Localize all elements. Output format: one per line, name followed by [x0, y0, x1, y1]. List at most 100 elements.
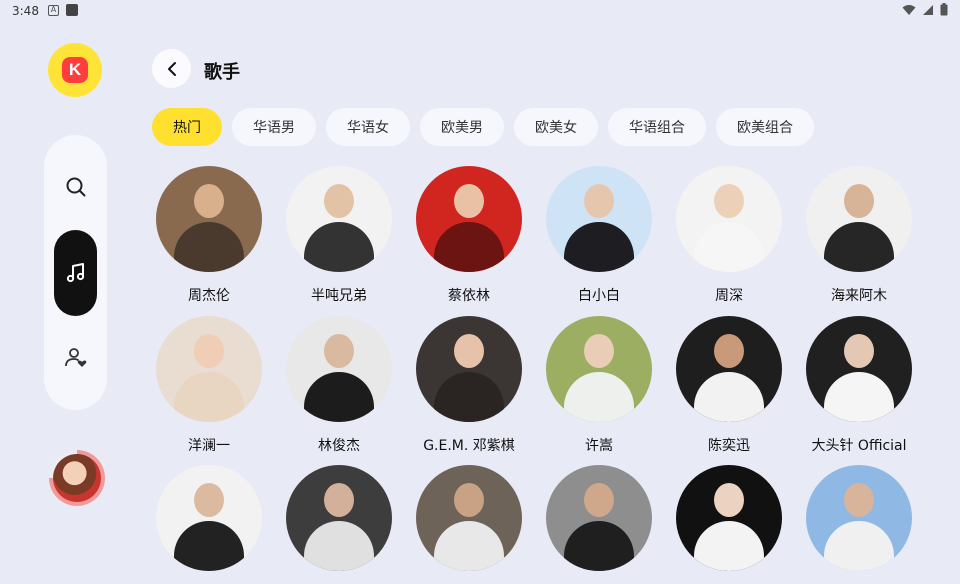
artist-photo-face — [324, 334, 354, 368]
chevron-left-icon — [167, 61, 176, 76]
page-title: 歌手 — [204, 62, 240, 83]
tab-1[interactable]: 华语男 — [232, 108, 316, 146]
a-notification-icon: A — [48, 5, 59, 16]
artist-photo-face — [844, 483, 874, 517]
artist-photo — [546, 166, 652, 272]
artist-name: 许嵩 — [585, 438, 613, 454]
artist-name: 白小白 — [578, 288, 620, 304]
artist-photo-face — [584, 184, 614, 218]
artist-photo-face — [324, 184, 354, 218]
artist-photo-face — [714, 483, 744, 517]
tab-3[interactable]: 欧美男 — [420, 108, 504, 146]
artist-photo-figure — [434, 222, 504, 272]
artist-photo-figure — [174, 521, 244, 571]
artist-photo-figure — [304, 222, 374, 272]
logo-k-icon: K — [62, 57, 88, 83]
music-note-icon — [66, 263, 84, 283]
artist-photo-figure — [564, 222, 634, 272]
artist-photo-figure — [434, 521, 504, 571]
artist-card[interactable]: 林俊杰 — [286, 316, 392, 455]
category-tabs: 热门 华语男 华语女 欧美男 欧美女 华语组合 欧美组合 — [152, 108, 814, 146]
artist-photo-face — [454, 334, 484, 368]
artist-card[interactable]: 陈奕迅 — [676, 316, 782, 455]
artist-photo — [546, 316, 652, 422]
artist-name: 大头针 Official — [811, 438, 907, 454]
artist-card[interactable] — [546, 465, 652, 584]
artist-card[interactable]: 半吨兄弟 — [286, 166, 392, 305]
artist-photo — [286, 465, 392, 571]
artist-photo-figure — [824, 372, 894, 422]
tab-5[interactable]: 华语组合 — [608, 108, 706, 146]
artist-card[interactable]: 洋澜一 — [156, 316, 262, 455]
music-button[interactable] — [54, 230, 97, 316]
artist-card[interactable] — [416, 465, 522, 584]
artist-photo — [806, 316, 912, 422]
artist-photo-face — [584, 334, 614, 368]
user-avatar[interactable] — [49, 450, 105, 506]
status-time: 3:48 — [12, 4, 39, 18]
app-logo[interactable]: K — [48, 43, 102, 97]
profile-button[interactable] — [54, 336, 97, 379]
artist-name: 周深 — [715, 288, 743, 304]
artist-photo-figure — [694, 372, 764, 422]
tab-6[interactable]: 欧美组合 — [716, 108, 814, 146]
status-bar: 3:48 A — [0, 0, 960, 22]
artist-name: 陈奕迅 — [708, 438, 750, 454]
side-navigation — [44, 135, 107, 410]
artist-photo-figure — [174, 372, 244, 422]
artist-photo-figure — [694, 222, 764, 272]
artist-photo — [676, 465, 782, 571]
artist-card[interactable] — [286, 465, 392, 584]
artist-photo — [806, 166, 912, 272]
tab-4[interactable]: 欧美女 — [514, 108, 598, 146]
artist-card[interactable] — [676, 465, 782, 584]
artist-photo-face — [844, 334, 874, 368]
artist-photo — [806, 465, 912, 571]
artist-photo-figure — [304, 372, 374, 422]
artist-card[interactable]: G.E.M. 邓紫棋 — [416, 316, 522, 455]
artist-photo — [676, 316, 782, 422]
app-notification-icon — [66, 4, 78, 16]
back-button[interactable] — [152, 49, 191, 88]
artist-card[interactable] — [806, 465, 912, 584]
artist-photo-figure — [694, 521, 764, 571]
wifi-icon — [902, 4, 916, 15]
tab-2[interactable]: 华语女 — [326, 108, 410, 146]
artist-card[interactable]: 海来阿木 — [806, 166, 912, 305]
artist-name: G.E.M. 邓紫棋 — [423, 438, 515, 454]
artist-name: 洋澜一 — [188, 438, 230, 454]
artist-photo — [676, 166, 782, 272]
artist-name: 林俊杰 — [318, 438, 360, 454]
artist-photo — [416, 316, 522, 422]
artist-card[interactable]: 周深 — [676, 166, 782, 305]
artist-photo-face — [844, 184, 874, 218]
artist-photo-figure — [564, 521, 634, 571]
artist-name: 半吨兄弟 — [311, 288, 367, 304]
artist-photo-figure — [304, 521, 374, 571]
artist-photo-face — [194, 483, 224, 517]
artist-card[interactable]: 许嵩 — [546, 316, 652, 455]
artist-card[interactable]: 大头针 Official — [806, 316, 912, 455]
artist-photo-face — [194, 184, 224, 218]
artist-photo-face — [194, 334, 224, 368]
artist-photo-face — [714, 184, 744, 218]
artist-card[interactable]: 蔡依林 — [416, 166, 522, 305]
artist-photo-figure — [824, 222, 894, 272]
artist-photo-face — [714, 334, 744, 368]
artist-card[interactable]: 周杰伦 — [156, 166, 262, 305]
tab-0[interactable]: 热门 — [152, 108, 222, 146]
artist-card[interactable]: 白小白 — [546, 166, 652, 305]
artist-name: 周杰伦 — [188, 288, 230, 304]
artist-photo-figure — [564, 372, 634, 422]
artist-photo-face — [324, 483, 354, 517]
artist-photo-figure — [174, 222, 244, 272]
artist-card[interactable] — [156, 465, 262, 584]
artist-name: 海来阿木 — [831, 288, 887, 304]
artist-photo-face — [454, 483, 484, 517]
artist-photo-face — [584, 483, 614, 517]
status-icons — [902, 3, 948, 16]
artist-photo-figure — [434, 372, 504, 422]
artist-photo — [286, 316, 392, 422]
search-button[interactable] — [54, 165, 97, 208]
artist-photo — [286, 166, 392, 272]
